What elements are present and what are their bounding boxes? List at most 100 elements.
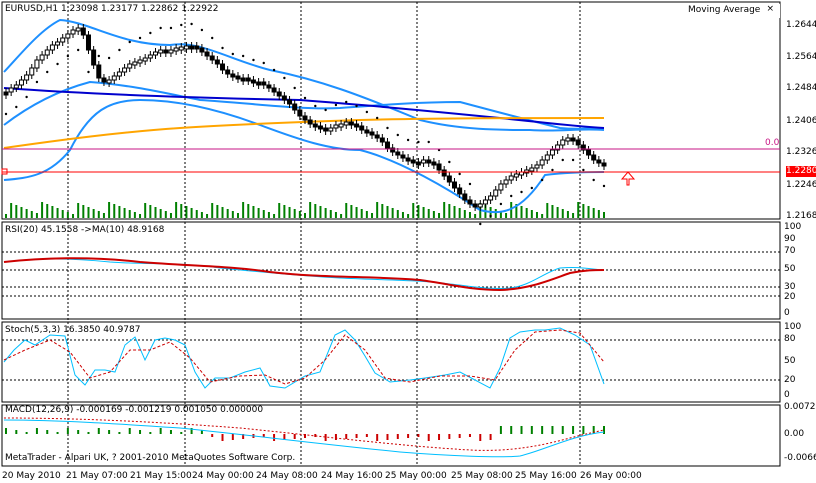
candle-body xyxy=(96,64,102,79)
sar-dot xyxy=(561,158,564,162)
candle-body xyxy=(250,79,256,84)
sar-dot xyxy=(169,26,173,30)
sar-dot xyxy=(15,105,18,109)
candle-body xyxy=(60,37,66,43)
time-tick: 25 May 16:00 xyxy=(515,471,577,481)
candle-body xyxy=(467,199,473,205)
price-tick: 1.21680 xyxy=(786,211,816,221)
sar-dot xyxy=(262,61,265,65)
sar-dot xyxy=(406,138,410,142)
candle-body xyxy=(508,175,514,181)
candle-body xyxy=(18,79,24,86)
time-tick: 24 May 16:00 xyxy=(321,471,383,481)
candle-body xyxy=(29,67,35,76)
candle-body xyxy=(65,33,71,39)
candle-body xyxy=(116,71,122,77)
candle-body xyxy=(462,193,468,201)
candle-body xyxy=(513,173,519,178)
candle-body xyxy=(209,55,215,61)
rsi-label: RSI(20) 45.1558 ->MA(10) 48.9168 xyxy=(5,225,165,235)
price-tick: 1.22460 xyxy=(786,180,816,190)
candle-body xyxy=(575,139,581,146)
sar-dot xyxy=(571,158,575,162)
candle-body xyxy=(49,44,55,51)
sar-dot xyxy=(396,133,399,137)
candle-body xyxy=(292,103,298,111)
candle-body xyxy=(333,124,339,129)
candle-body xyxy=(431,161,437,166)
candle-body xyxy=(147,54,153,59)
candle-body xyxy=(503,179,509,185)
candle-body xyxy=(122,67,128,73)
price-tick: 1.24840 xyxy=(786,83,816,93)
moving-average-window[interactable]: Moving Average × xyxy=(684,4,780,18)
candle-body xyxy=(498,183,504,191)
candle-body xyxy=(261,81,267,86)
time-tick: 24 May 08:00 xyxy=(256,471,318,481)
candle-body xyxy=(488,195,494,201)
sar-dot xyxy=(540,178,544,182)
candle-body xyxy=(235,75,241,80)
candle-body xyxy=(359,125,365,131)
sar-dot xyxy=(592,178,595,182)
sar-dot xyxy=(272,68,276,72)
candle-body xyxy=(338,123,344,128)
time-tick: 26 May 00:00 xyxy=(580,471,642,481)
sar-dot xyxy=(365,110,369,114)
candle-body xyxy=(199,47,205,53)
candle-body xyxy=(452,181,457,189)
candle-body xyxy=(39,54,45,61)
candle-body xyxy=(3,91,9,96)
price-tick: 1.24060 xyxy=(786,116,816,126)
candle-body xyxy=(75,27,81,32)
sar-dot xyxy=(4,112,8,116)
sar-dot xyxy=(283,76,286,80)
close-icon[interactable]: × xyxy=(766,4,774,14)
sar-dot xyxy=(293,86,296,90)
candle-body xyxy=(178,46,184,51)
sar-dot xyxy=(25,95,28,99)
sar-dot xyxy=(499,202,503,206)
candle-body xyxy=(163,49,169,54)
rsi-tick: 0 xyxy=(784,308,790,318)
rsi-tick: 50 xyxy=(784,264,796,274)
candle-body xyxy=(312,123,318,128)
candle-body xyxy=(204,51,210,57)
candle-body xyxy=(153,51,158,56)
time-tick: 20 May 2010 xyxy=(2,471,61,481)
candle-body xyxy=(446,175,452,183)
candle-body xyxy=(565,137,571,142)
sar-dot xyxy=(200,28,204,32)
stoch-tick: 80 xyxy=(784,334,796,344)
stoch-tick: 20 xyxy=(784,375,796,385)
candle-body xyxy=(271,87,277,93)
sar-dot xyxy=(520,190,523,194)
candle-body xyxy=(534,164,540,169)
candle-body xyxy=(482,199,488,205)
sar-dot xyxy=(211,36,214,40)
candle-body xyxy=(111,75,117,81)
candle-body xyxy=(189,45,195,50)
copyright-text: MetaTrader - Alpari UK, ? 2001-2010 Meta… xyxy=(5,453,296,463)
sar-dot xyxy=(345,100,348,104)
candle-body xyxy=(173,47,179,52)
price-tick: 1.23260 xyxy=(786,147,816,157)
macd-tick: 0.00 xyxy=(784,429,805,439)
sar-dot xyxy=(479,222,482,226)
rsi-tick: 100 xyxy=(784,222,802,232)
price-tick: 1.26440 xyxy=(786,20,816,30)
candle-body xyxy=(287,99,293,105)
candle-body xyxy=(85,34,91,51)
candle-body xyxy=(441,169,447,177)
sar-dot xyxy=(66,54,70,58)
candle-body xyxy=(194,45,200,50)
candle-body xyxy=(101,77,107,83)
sar-dot xyxy=(87,70,90,74)
sar-dot xyxy=(159,26,162,30)
candle-body xyxy=(549,149,555,156)
candle-body xyxy=(601,162,607,167)
sar-dot xyxy=(417,140,420,144)
time-tick: 21 May 15:00 xyxy=(130,471,192,481)
candle-body xyxy=(348,121,354,126)
candle-body xyxy=(225,69,231,75)
